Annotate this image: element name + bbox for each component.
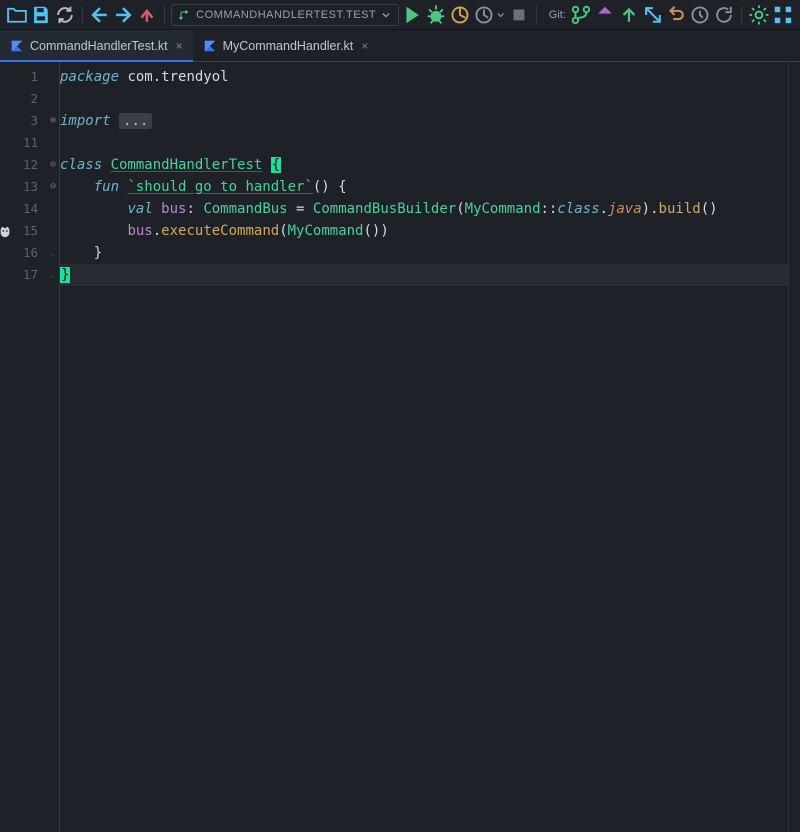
code-line[interactable]: import ... (60, 110, 788, 132)
main-toolbar: COMMANDHANDLERTEST.TEST Git: (0, 0, 800, 30)
nav-up-icon[interactable] (136, 3, 158, 27)
nav-back-icon[interactable] (89, 3, 111, 27)
code-line[interactable]: bus.executeCommand(MyCommand()) (60, 220, 788, 242)
git-branch-icon[interactable] (570, 3, 592, 27)
toolbar-separator (741, 6, 742, 24)
chevron-down-icon[interactable] (497, 11, 504, 19)
close-icon[interactable]: × (174, 39, 185, 53)
editor-tab[interactable]: MyCommandHandler.kt × (193, 30, 379, 61)
git-push-icon[interactable] (618, 3, 640, 27)
line-number[interactable]: 11 (0, 132, 46, 154)
line-number[interactable]: 13 (0, 176, 46, 198)
code-line[interactable]: class CommandHandlerTest { (60, 154, 788, 176)
run-icon[interactable] (401, 3, 423, 27)
editor-tab-label: MyCommandHandler.kt (223, 39, 354, 53)
git-update-icon[interactable] (642, 3, 664, 27)
toolbar-separator (164, 6, 165, 24)
settings-icon[interactable] (748, 3, 770, 27)
git-commit-icon[interactable] (594, 3, 616, 27)
line-number[interactable]: 12 (0, 154, 46, 176)
stop-icon[interactable] (508, 3, 530, 27)
line-number[interactable]: 17 (0, 264, 46, 286)
fold-collapse-icon[interactable]: ⊖ (46, 154, 60, 176)
editor-tab-active[interactable]: CommandHandlerTest.kt × (0, 30, 193, 61)
profile-icon[interactable] (473, 3, 495, 27)
git-rollback-icon[interactable] (665, 3, 687, 27)
close-icon[interactable]: × (359, 39, 370, 53)
debug-icon[interactable] (425, 3, 447, 27)
line-number-gutter[interactable]: 1 2 3 11 12 13 14 15 16 17 (0, 62, 46, 832)
chevron-down-icon (382, 11, 390, 19)
line-number[interactable]: 16 (0, 242, 46, 264)
git-label: Git: (543, 9, 568, 21)
run-configuration-label: COMMANDHANDLERTEST.TEST (196, 9, 376, 21)
editor-tab-label: CommandHandlerTest.kt (30, 39, 168, 53)
kotlin-file-icon (203, 39, 217, 53)
editor-scrollbar[interactable] (788, 62, 800, 832)
line-number[interactable]: 14 (0, 198, 46, 220)
kotlin-file-icon (10, 39, 24, 53)
fold-expand-icon[interactable]: ⊕ (46, 110, 60, 132)
code-line-current[interactable]: } (60, 264, 788, 286)
code-line[interactable]: } (60, 242, 788, 264)
fold-end-icon[interactable]: ⌞ (46, 242, 60, 264)
code-line[interactable]: fun `should go to handler`() { (60, 176, 788, 198)
fold-collapse-icon[interactable]: ⊖ (46, 176, 60, 198)
open-folder-icon[interactable] (6, 3, 28, 27)
folded-region[interactable]: ... (119, 113, 152, 129)
save-all-icon[interactable] (30, 3, 52, 27)
code-line[interactable] (60, 132, 788, 154)
run-configuration-selector[interactable]: COMMANDHANDLERTEST.TEST (171, 4, 399, 26)
git-history-icon[interactable] (689, 3, 711, 27)
fold-gutter[interactable]: ⊕ ⊖ ⊖ ⌞ ⌞ (46, 62, 60, 832)
line-number[interactable]: 3 (0, 110, 46, 132)
editor-tabs: CommandHandlerTest.kt × MyCommandHandler… (0, 30, 800, 62)
toolbar-separator (82, 6, 83, 24)
nav-forward-icon[interactable] (112, 3, 134, 27)
code-line[interactable]: package com.trendyol (60, 66, 788, 88)
code-line[interactable] (60, 88, 788, 110)
line-number[interactable]: 2 (0, 88, 46, 110)
line-number[interactable]: 1 (0, 66, 46, 88)
fold-end-icon[interactable]: ⌞ (46, 264, 60, 286)
git-revert-icon[interactable] (713, 3, 735, 27)
grid-icon[interactable] (772, 3, 794, 27)
toolbar-separator (536, 6, 537, 24)
code-editor[interactable]: 1 2 3 11 12 13 14 15 16 17 ⊕ ⊖ ⊖ ⌞ ⌞ pac… (0, 62, 800, 832)
code-line[interactable]: val bus: CommandBus = CommandBusBuilder(… (60, 198, 788, 220)
code-area[interactable]: package com.trendyol import ... class Co… (60, 62, 788, 832)
coverage-icon[interactable] (449, 3, 471, 27)
line-number[interactable]: 15 (0, 220, 46, 242)
sync-icon[interactable] (54, 3, 76, 27)
